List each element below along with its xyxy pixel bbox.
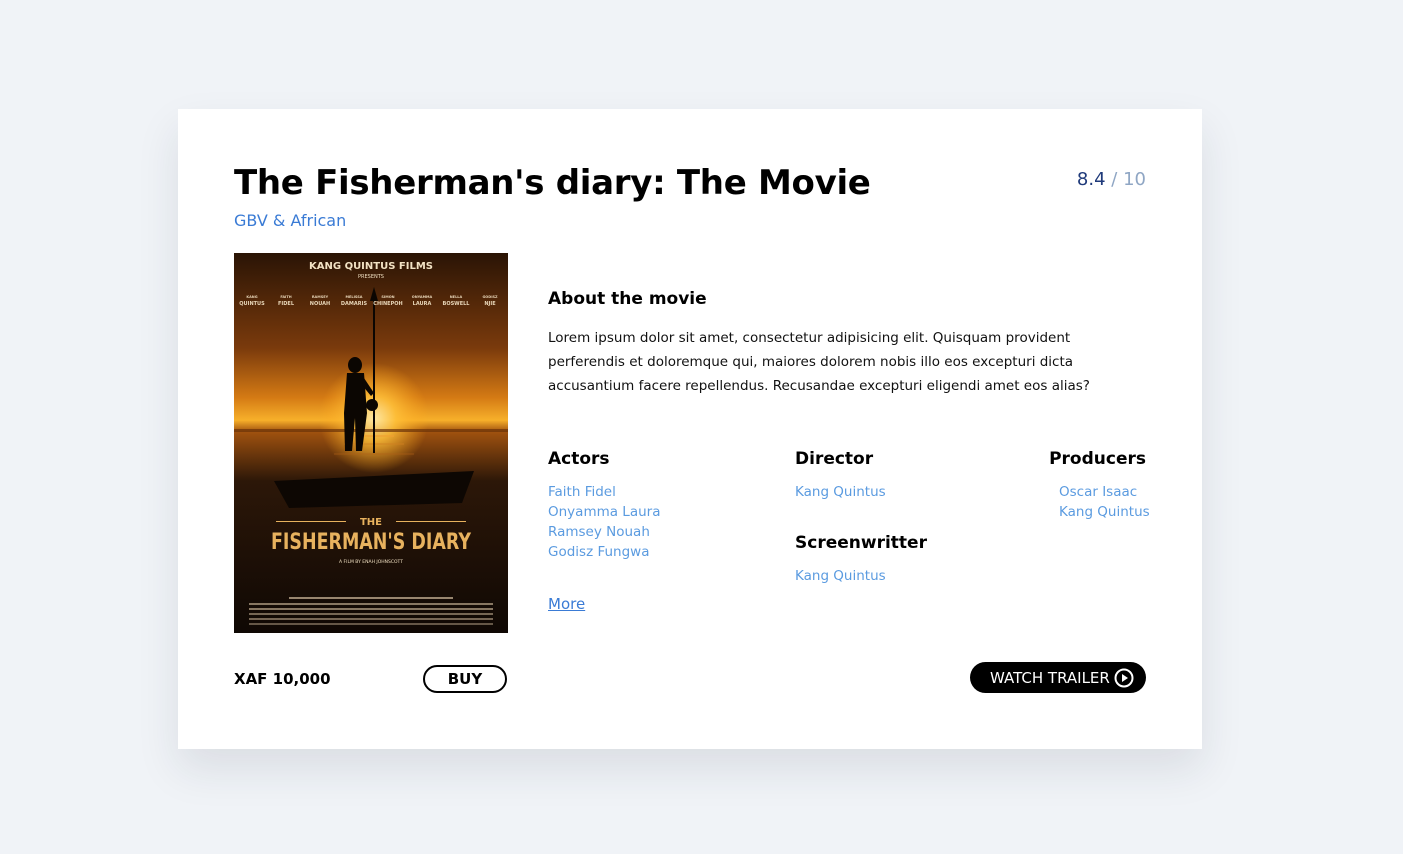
actor-link[interactable]: Onyamma Laura [548, 502, 660, 522]
director-heading: Director [795, 449, 874, 469]
actor-link[interactable]: Ramsey Nouah [548, 522, 660, 542]
poster-cast-name: ONYAMMA [412, 295, 433, 299]
poster-cast-name: NJIE [484, 301, 496, 307]
producers-list: Oscar Isaac Kang Quintus [1059, 482, 1150, 522]
poster-artwork: KANG QUINTUS FILMS PRESENTS KANG QUINTUS F… [234, 253, 508, 633]
poster-cast-name: QUINTUS [239, 301, 265, 307]
movie-genre: GBV & African [234, 211, 347, 230]
director-list: Kang Quintus [795, 482, 886, 502]
play-circle-icon [1114, 668, 1134, 688]
actor-link[interactable]: Faith Fidel [548, 482, 660, 502]
more-link[interactable]: More [548, 595, 585, 613]
rating-separator: / [1111, 169, 1118, 190]
about-text: Lorem ipsum dolor sit amet, consectetur … [548, 330, 1090, 394]
movie-title: The Fisherman's diary: The Movie [234, 163, 871, 203]
rating-max: 10 [1123, 169, 1146, 190]
screenwriter-link[interactable]: Kang Quintus [795, 566, 886, 586]
price-label: XAF 10,000 [234, 670, 331, 688]
poster-cast-name: MELISSA [346, 295, 363, 299]
poster-title-small: THE [360, 517, 382, 528]
movie-card: The Fisherman's diary: The Movie GBV & A… [178, 109, 1202, 749]
poster-cast-name: FIDEL [278, 301, 295, 307]
watch-trailer-button[interactable]: WATCH TRAILER [970, 662, 1146, 693]
about-heading: About the movie [548, 289, 707, 309]
producers-heading: Producers [1049, 449, 1146, 469]
poster-tagline: A FILM BY ENAH JOHNSCOTT [339, 559, 403, 565]
poster-cast-name: NOUAH [310, 301, 330, 307]
actors-heading: Actors [548, 449, 610, 469]
poster-cast-name: LAURA [413, 301, 432, 307]
rating-score: 8.4 [1076, 169, 1106, 190]
screenwriter-list: Kang Quintus [795, 566, 886, 586]
buy-button[interactable]: BUY [423, 665, 507, 693]
actors-list: Faith Fidel Onyamma Laura Ramsey Nouah G… [548, 482, 660, 562]
director-link[interactable]: Kang Quintus [795, 482, 886, 502]
movie-poster: KANG QUINTUS FILMS PRESENTS KANG QUINTUS F… [234, 253, 508, 633]
movie-rating: 8.4 / 10 [1077, 169, 1146, 190]
poster-title-big: FISHERMAN'S DIARY [271, 530, 472, 555]
poster-cast-name: RAMSEY [312, 295, 329, 299]
poster-cast-name: NELLA [450, 295, 463, 299]
poster-cast-name: BOSWELL [443, 301, 471, 307]
poster-cast-name: GODISZ [482, 295, 498, 299]
screenwriter-heading: Screenwritter [795, 533, 927, 553]
producer-link[interactable]: Oscar Isaac [1059, 482, 1150, 502]
poster-studio: KANG QUINTUS FILMS [309, 261, 433, 272]
poster-cast-name: FAITH [280, 295, 291, 299]
poster-cast-name: KANG [246, 295, 257, 299]
watch-trailer-label: WATCH TRAILER [990, 668, 1110, 687]
actor-link[interactable]: Godisz Fungwa [548, 542, 660, 562]
poster-presents: PRESENTS [358, 274, 384, 280]
poster-cast-name: SIMON [381, 295, 394, 299]
producer-link[interactable]: Kang Quintus [1059, 502, 1150, 522]
poster-cast-name: DAMARIS [341, 301, 368, 307]
poster-cast-name: CHINEPOH [373, 301, 402, 307]
